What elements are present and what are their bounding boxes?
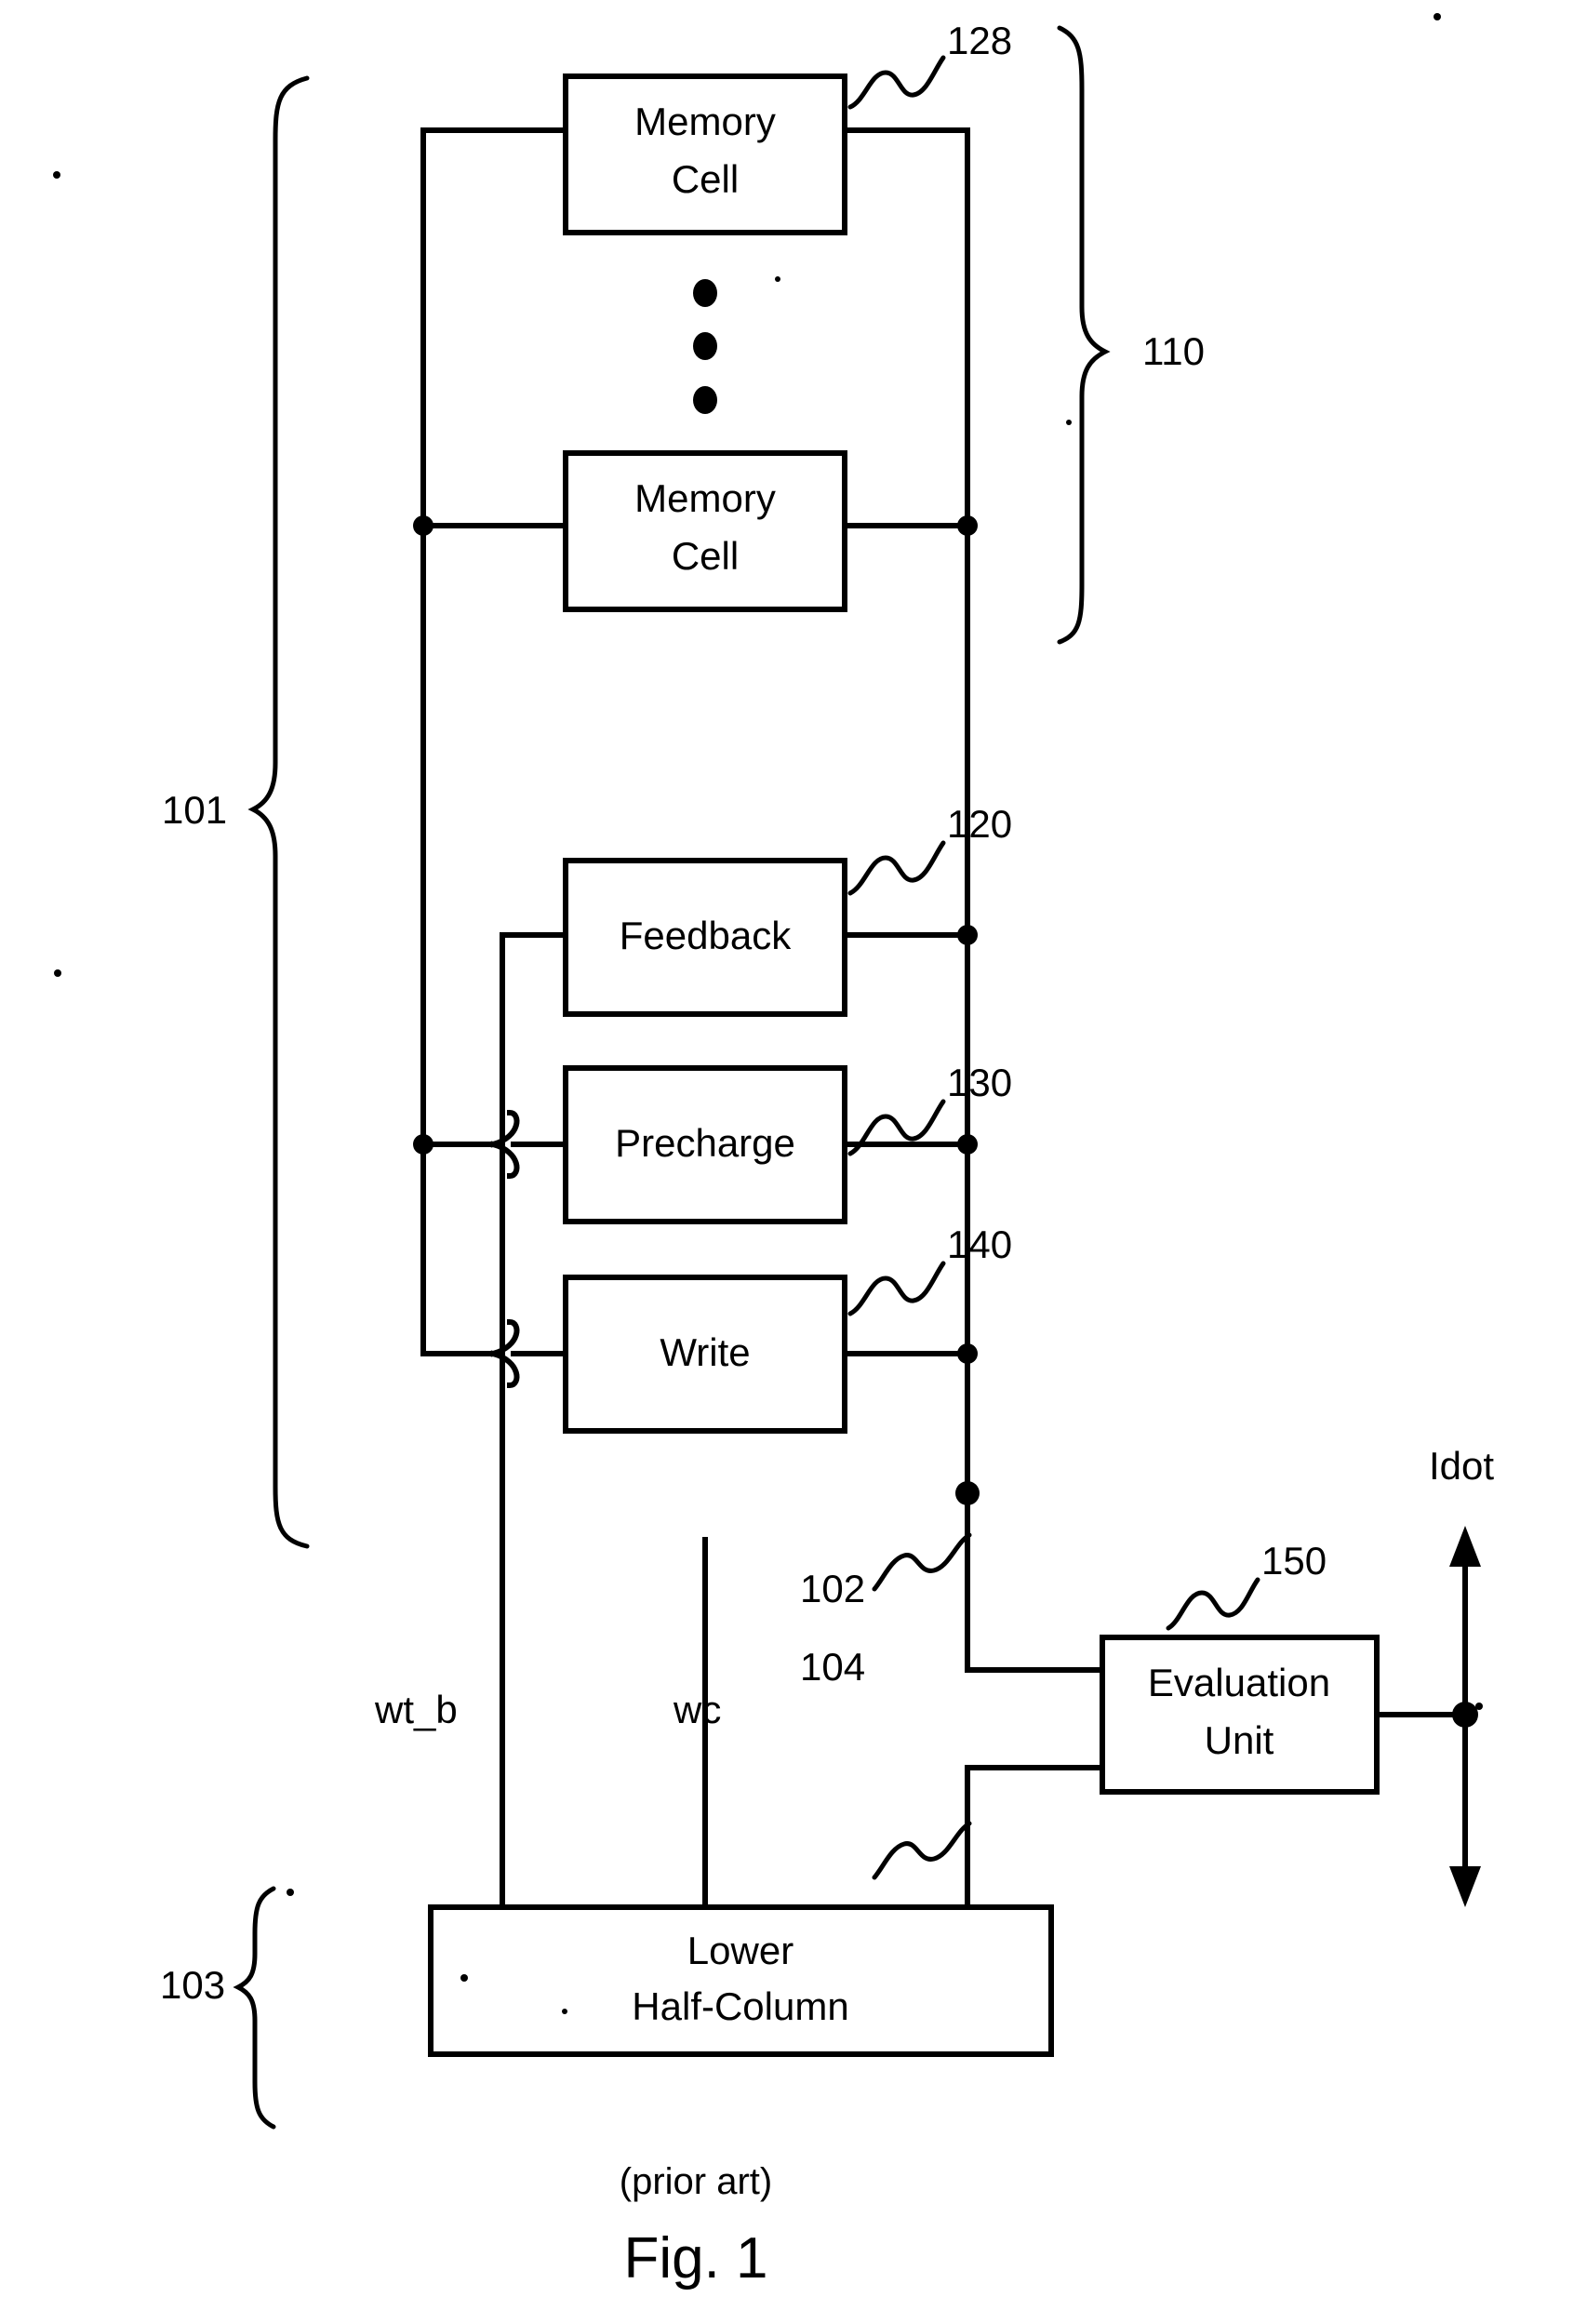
speck-3: [775, 276, 780, 282]
lower-half-column-label-line1: Lower: [687, 1929, 794, 1972]
caption-layer: (prior art) Fig. 1: [620, 2161, 772, 2291]
ref-101: 101: [162, 788, 227, 832]
leader-102: [872, 1532, 972, 1592]
speck-5: [54, 969, 61, 977]
idot-arrow-up: [1449, 1526, 1481, 1567]
ref-128: 128: [947, 19, 1012, 62]
ref-103: 103: [160, 1963, 225, 2007]
signal-wt-b: wt_b: [374, 1688, 458, 1731]
ref-110: 110: [1142, 329, 1205, 373]
junction-dot-bitline-102-branch: [955, 1481, 980, 1505]
ref-104: 104: [800, 1645, 865, 1689]
figure-title: Fig. 1: [623, 2226, 767, 2291]
block-lower-half-column[interactable]: Lower Half-Column: [428, 1904, 1054, 2057]
ellipsis-dot-1: [693, 279, 717, 307]
leader-140: [847, 1261, 946, 1316]
brace-103: [233, 1886, 276, 2130]
junction-dot-right-write: [957, 1343, 978, 1364]
speck-2: [53, 171, 60, 179]
brace-110: [1057, 25, 1111, 645]
speck-6: [1475, 1703, 1483, 1710]
feedback-label: Feedback: [620, 914, 792, 957]
junction-dot-idot: [1452, 1702, 1478, 1728]
memory-cell-bottom-label-line2: Cell: [672, 534, 739, 578]
evaluation-unit-label-line1: Evaluation: [1148, 1661, 1330, 1704]
block-evaluation-unit[interactable]: Evaluation Unit: [1100, 1635, 1380, 1795]
ref-130: 130: [947, 1061, 1012, 1104]
speck-9: [562, 2009, 567, 2014]
block-write[interactable]: Write: [563, 1275, 847, 1434]
junction-dot-right-feedback: [957, 925, 978, 945]
leader-120: [847, 840, 946, 896]
block-feedback[interactable]: Feedback: [563, 858, 847, 1017]
ref-120: 120: [947, 802, 1012, 846]
figure-canvas: Memory Cell Memory Cell Feedback Prechar…: [53, 13, 1494, 2291]
junction-dot-left-memcell2: [413, 515, 433, 536]
block-precharge[interactable]: Precharge: [563, 1065, 847, 1224]
memory-cell-top-label-line2: Cell: [672, 157, 739, 201]
junction-dot-left-precharge: [413, 1134, 433, 1155]
block-memory-cell-top[interactable]: Memory Cell: [563, 73, 847, 235]
ellipsis-dot-3: [693, 386, 717, 414]
brace-101: [247, 75, 310, 1549]
bitline-104-to-evaluation: [965, 1765, 1105, 1910]
speck-8: [460, 1974, 468, 1982]
precharge-label: Precharge: [615, 1121, 795, 1165]
speck-1: [1434, 13, 1441, 20]
ref-150: 150: [1261, 1539, 1327, 1583]
memory-cell-bottom-label-line1: Memory: [634, 476, 776, 520]
leader-128: [847, 55, 946, 110]
signal-idot: Idot: [1429, 1444, 1494, 1488]
memory-cell-top-label-line1: Memory: [634, 100, 776, 143]
ref-102: 102: [800, 1567, 865, 1610]
patent-figure-1: Memory Cell Memory Cell Feedback Prechar…: [0, 0, 1587, 2324]
lower-half-column-label-line2: Half-Column: [632, 1984, 848, 2028]
junction-dot-right-memcell2: [957, 515, 978, 536]
ref-140: 140: [947, 1222, 1012, 1266]
ellipsis-dot-2: [693, 332, 717, 360]
evaluation-unit-label-line2: Unit: [1205, 1718, 1274, 1762]
write-label: Write: [660, 1330, 750, 1374]
junction-dot-right-precharge: [957, 1134, 978, 1155]
figure-prior-art-note: (prior art): [620, 2161, 772, 2202]
block-memory-cell-bottom[interactable]: Memory Cell: [563, 450, 847, 612]
signal-wc: wc: [673, 1688, 721, 1731]
leader-104: [872, 1821, 972, 1880]
leader-150: [1166, 1577, 1260, 1631]
speck-7: [287, 1889, 294, 1896]
idot-arrow-down: [1449, 1866, 1481, 1907]
speck-4: [1066, 420, 1072, 425]
blocks-layer: Memory Cell Memory Cell Feedback Prechar…: [428, 73, 1380, 2057]
